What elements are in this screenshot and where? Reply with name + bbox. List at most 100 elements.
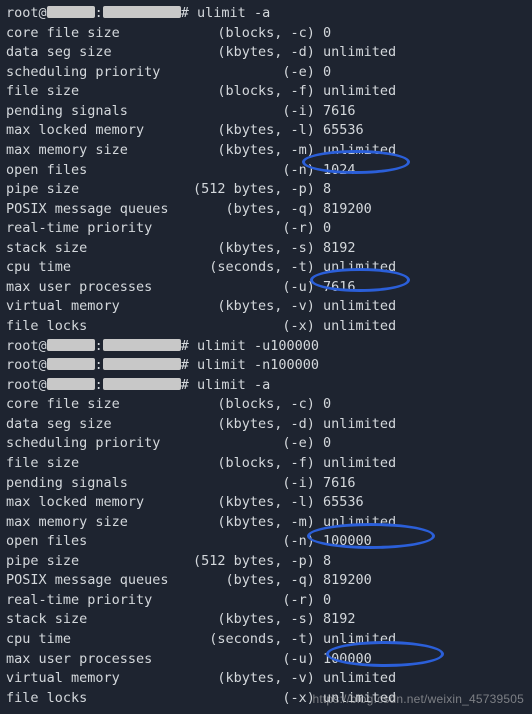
prompt-hash: #	[181, 377, 197, 393]
ulimit-row: stack size (kbytes, -s) 8192	[6, 239, 526, 259]
ulimit-row: virtual memory (kbytes, -v) unlimited	[6, 669, 526, 689]
prompt-hash: #	[181, 338, 197, 354]
ulimit-value: 0	[323, 592, 331, 608]
ulimit-label: cpu time	[6, 631, 177, 647]
command-text: ulimit -a	[197, 377, 270, 393]
ulimit-label: file locks	[6, 690, 177, 706]
terminal-output: root@: # ulimit -a core file size (blocks,…	[6, 4, 526, 708]
ulimit-label: pipe size	[6, 553, 177, 569]
ulimit-row: core file size (blocks, -c) 0	[6, 24, 526, 44]
ulimit-unit: (blocks, -f)	[177, 83, 315, 99]
ulimit-value: 0	[323, 64, 331, 80]
ulimit-label: open files	[6, 533, 177, 549]
ulimit-label: data seg size	[6, 416, 177, 432]
ulimit-value: unlimited	[323, 318, 396, 334]
ulimit-unit: (kbytes, -m)	[177, 142, 315, 158]
ulimit-row: max memory size (kbytes, -m) unlimited	[6, 513, 526, 533]
ulimit-unit: (blocks, -c)	[177, 25, 315, 41]
ulimit-unit: (-u)	[177, 279, 315, 295]
ulimit-row: scheduling priority (-e) 0	[6, 434, 526, 454]
ulimit-unit: (kbytes, -m)	[177, 514, 315, 530]
ulimit-value: unlimited	[323, 259, 396, 275]
ulimit-row: max locked memory (kbytes, -l) 65536	[6, 121, 526, 141]
ulimit-unit: (blocks, -c)	[177, 396, 315, 412]
ulimit-value: unlimited	[323, 83, 396, 99]
ulimit-row: max memory size (kbytes, -m) unlimited	[6, 141, 526, 161]
ulimit-value: 0	[323, 25, 331, 41]
ulimit-unit: (512 bytes, -p)	[177, 181, 315, 197]
command-text: ulimit -n100000	[197, 357, 319, 373]
ulimit-unit: (-n)	[177, 533, 315, 549]
ulimit-label: POSIX message queues	[6, 572, 177, 588]
ulimit-value: 65536	[323, 494, 364, 510]
prompt-hash: #	[181, 5, 197, 21]
ulimit-row: scheduling priority (-e) 0	[6, 63, 526, 83]
ulimit-value: unlimited	[323, 142, 396, 158]
ulimit-row: pipe size (512 bytes, -p) 8	[6, 180, 526, 200]
ulimit-label: max user processes	[6, 651, 177, 667]
ulimit-label: scheduling priority	[6, 435, 177, 451]
ulimit-label: stack size	[6, 611, 177, 627]
ulimit-label: file size	[6, 83, 177, 99]
ulimit-value: unlimited	[323, 631, 396, 647]
prompt-line[interactable]: root@: # ulimit -a	[6, 376, 526, 396]
ulimit-row: cpu time (seconds, -t) unlimited	[6, 258, 526, 278]
ulimit-value: unlimited	[323, 670, 396, 686]
ulimit-label: max locked memory	[6, 494, 177, 510]
ulimit-unit: (kbytes, -l)	[177, 494, 315, 510]
ulimit-value: 8	[323, 553, 331, 569]
ulimit-value: 8	[323, 181, 331, 197]
ulimit-label: max memory size	[6, 514, 177, 530]
ulimit-unit: (-e)	[177, 64, 315, 80]
command-text: ulimit -u100000	[197, 338, 319, 354]
ulimit-row: max user processes (-u) 100000	[6, 650, 526, 670]
ulimit-label: open files	[6, 162, 177, 178]
ulimit-unit: (-x)	[177, 690, 315, 706]
ulimit-unit: (kbytes, -v)	[177, 670, 315, 686]
ulimit-row: virtual memory (kbytes, -v) unlimited	[6, 297, 526, 317]
ulimit-label: pending signals	[6, 103, 177, 119]
ulimit-unit: (-i)	[177, 103, 315, 119]
ulimit-unit: (-r)	[177, 592, 315, 608]
ulimit-row: max locked memory (kbytes, -l) 65536	[6, 493, 526, 513]
ulimit-label: virtual memory	[6, 298, 177, 314]
prompt-sep: :	[95, 5, 103, 21]
ulimit-row: open files (-n) 1024	[6, 161, 526, 181]
ulimit-row: file size (blocks, -f) unlimited	[6, 82, 526, 102]
ulimit-unit: (-x)	[177, 318, 315, 334]
prompt-line[interactable]: root@:# ulimit -a	[6, 4, 526, 24]
prompt-line[interactable]: root@:# ulimit -n100000	[6, 356, 526, 376]
ulimit-row: cpu time (seconds, -t) unlimited	[6, 630, 526, 650]
prompt-line[interactable]: root@:# ulimit -u100000	[6, 337, 526, 357]
ulimit-label: stack size	[6, 240, 177, 256]
ulimit-label: max locked memory	[6, 122, 177, 138]
ulimit-value: 8192	[323, 240, 356, 256]
redacted-host	[47, 358, 95, 370]
ulimit-unit: (-n)	[177, 162, 315, 178]
command-text: ulimit -a	[197, 5, 270, 21]
redacted-path	[103, 6, 181, 18]
ulimit-label: real-time priority	[6, 592, 177, 608]
prompt-user: root@	[6, 377, 47, 393]
prompt-sep: :	[95, 377, 103, 393]
prompt-user: root@	[6, 338, 47, 354]
ulimit-label: real-time priority	[6, 220, 177, 236]
ulimit-row: file locks (-x) unlimited	[6, 317, 526, 337]
ulimit-label: file locks	[6, 318, 177, 334]
ulimit-unit: (kbytes, -d)	[177, 44, 315, 60]
ulimit-value: 0	[323, 220, 331, 236]
ulimit-value: 65536	[323, 122, 364, 138]
ulimit-row: stack size (kbytes, -s) 8192	[6, 610, 526, 630]
ulimit-unit: (kbytes, -d)	[177, 416, 315, 432]
ulimit-row: open files (-n) 100000	[6, 532, 526, 552]
ulimit-label: cpu time	[6, 259, 177, 275]
ulimit-unit: (kbytes, -s)	[177, 611, 315, 627]
ulimit-label: scheduling priority	[6, 64, 177, 80]
ulimit-value: unlimited	[323, 298, 396, 314]
prompt-hash: #	[181, 357, 197, 373]
ulimit-unit: (-i)	[177, 475, 315, 491]
ulimit-value: 7616	[323, 475, 356, 491]
ulimit-label: file size	[6, 455, 177, 471]
ulimit-row: max user processes (-u) 7616	[6, 278, 526, 298]
redacted-path	[103, 378, 181, 390]
